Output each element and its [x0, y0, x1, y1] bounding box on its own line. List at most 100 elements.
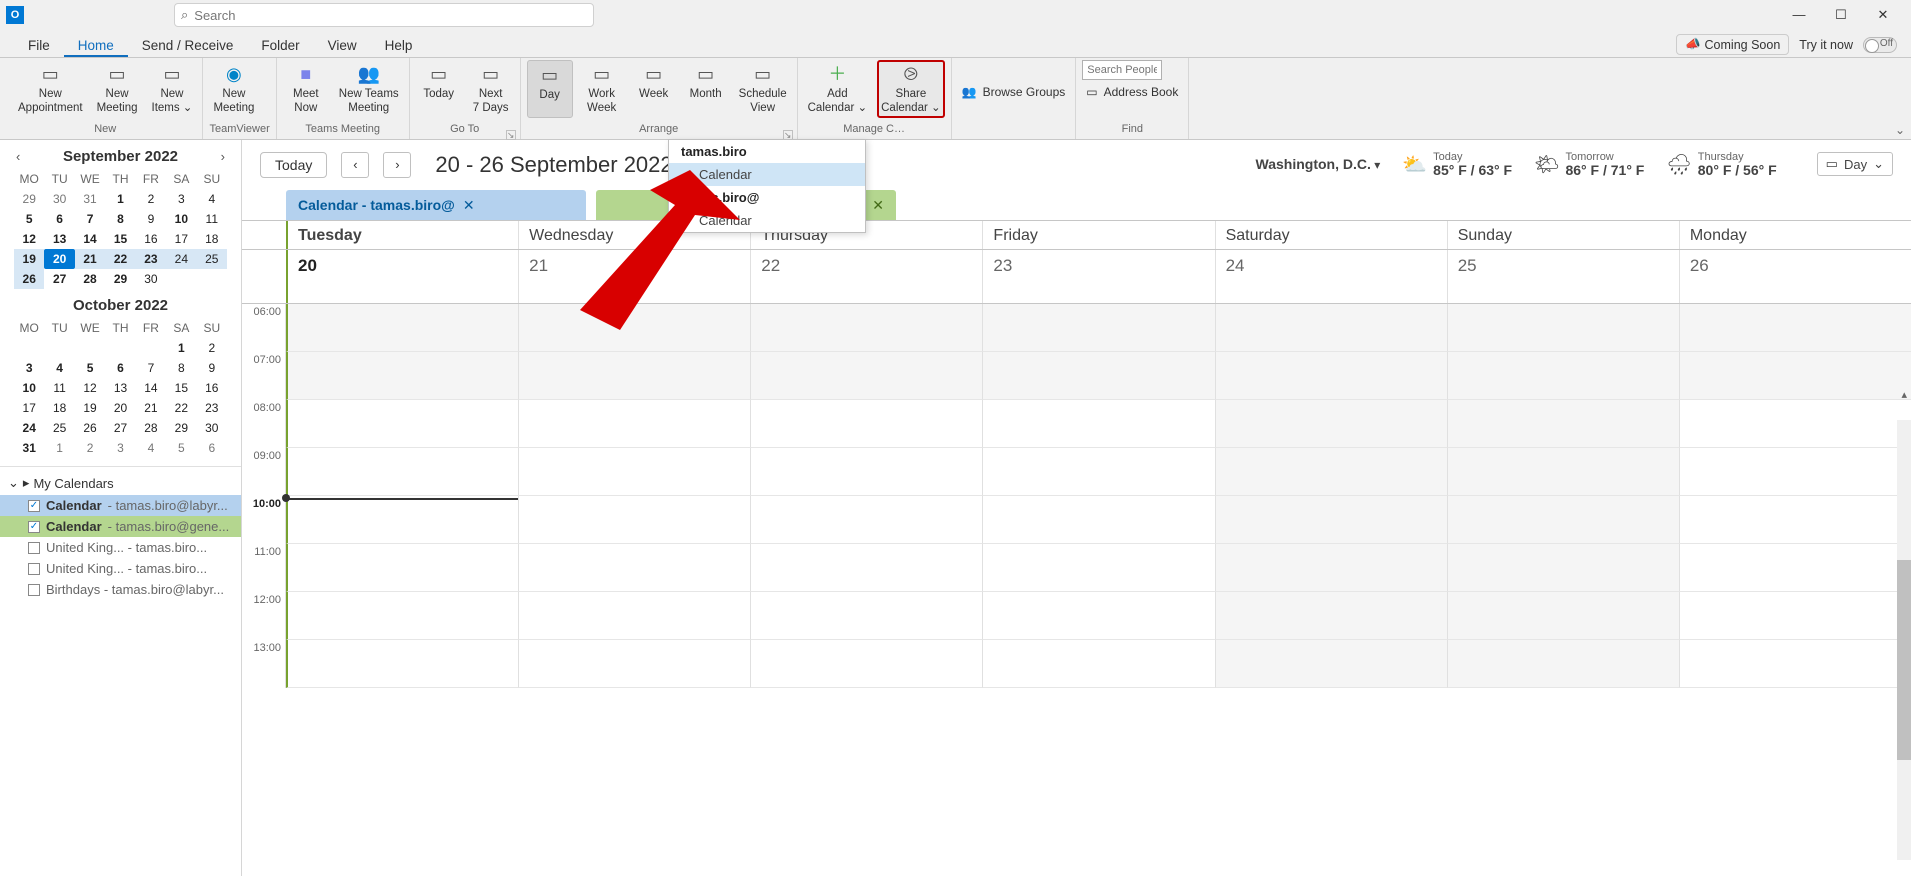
teamviewer-new-meeting-button[interactable]: ◉ New Meeting [209, 60, 258, 116]
weather-today[interactable]: ⛅ Today 85° F / 63° F [1402, 151, 1512, 178]
date-cell[interactable]: 8 [105, 209, 135, 229]
day-number[interactable]: 23 [982, 250, 1214, 303]
date-cell[interactable]: 18 [197, 229, 227, 249]
date-cell[interactable]: 12 [14, 229, 44, 249]
calendar-list-item[interactable]: United King... - tamas.biro... [0, 537, 241, 558]
day-number[interactable]: 26 [1679, 250, 1911, 303]
date-cell[interactable]: 9 [197, 358, 227, 378]
browse-groups-button[interactable]: 👥 Browse Groups [958, 84, 1070, 100]
date-cell[interactable]: 10 [14, 378, 44, 398]
view-picker[interactable]: ▭ Day ⌄ [1817, 152, 1893, 176]
date-cell[interactable]: 1 [166, 338, 196, 358]
date-cell[interactable]: 22 [166, 398, 196, 418]
date-cell[interactable]: 17 [166, 229, 196, 249]
scrollbar-thumb[interactable] [1897, 560, 1911, 760]
day-number[interactable]: 22 [750, 250, 982, 303]
close-icon[interactable]: ✕ [463, 197, 475, 214]
date-cell[interactable]: 13 [44, 229, 74, 249]
mini-calendar-october[interactable]: MO TU WE TH FR SA SU 1 2 3 4 5 [0, 318, 241, 466]
prev-week-button[interactable]: ‹ [341, 152, 369, 178]
date-cell[interactable]: 18 [44, 398, 74, 418]
date-cell[interactable]: 26 [14, 269, 44, 289]
next-7-days-button[interactable]: ▭ Next 7 Days [468, 60, 514, 116]
menu-send-receive[interactable]: Send / Receive [128, 34, 248, 57]
collapse-ribbon-button[interactable]: ⌄ [1895, 123, 1905, 137]
calendar-list-item[interactable]: ✓ Calendar - tamas.biro@gene... [0, 516, 241, 537]
new-teams-meeting-button[interactable]: 👥 New Teams Meeting [335, 60, 403, 116]
date-cell[interactable]: 23 [136, 249, 166, 269]
date-cell[interactable]: 2 [197, 338, 227, 358]
menu-home[interactable]: Home [64, 34, 128, 57]
date-cell[interactable]: 3 [105, 438, 135, 458]
date-cell[interactable]: 19 [14, 249, 44, 269]
date-cell[interactable]: 25 [44, 418, 74, 438]
mini-cal-next-button[interactable]: › [221, 149, 225, 164]
date-cell[interactable]: 7 [136, 358, 166, 378]
date-cell[interactable]: 6 [44, 209, 74, 229]
date-cell[interactable]: 31 [75, 189, 105, 209]
global-search-input[interactable]: ⌕ Search [174, 3, 594, 27]
date-cell[interactable]: 4 [136, 438, 166, 458]
time-grid[interactable]: 06:00 07:00 08:00 09:00 10:00 11:00 12:0… [242, 304, 1911, 794]
date-cell[interactable]: 2 [136, 189, 166, 209]
search-people-input[interactable] [1082, 60, 1162, 80]
date-cell[interactable]: 30 [197, 418, 227, 438]
date-cell[interactable]: 15 [105, 229, 135, 249]
date-cell[interactable]: 23 [197, 398, 227, 418]
checkbox-checked-icon[interactable]: ✓ [28, 500, 40, 512]
scroll-up-arrow-icon[interactable]: ▴ [1901, 388, 1907, 401]
address-book-button[interactable]: ▭ Address Book [1082, 84, 1182, 100]
checkbox-icon[interactable] [28, 563, 40, 575]
date-cell[interactable]: 29 [14, 189, 44, 209]
date-cell[interactable]: 4 [44, 358, 74, 378]
date-cell[interactable]: 16 [136, 229, 166, 249]
calendar-list-item[interactable]: Birthdays - tamas.biro@labyr... [0, 579, 241, 600]
try-it-toggle[interactable]: Off [1863, 37, 1897, 53]
day-number[interactable]: 21 [518, 250, 750, 303]
calendar-list-item[interactable]: United King... - tamas.biro... [0, 558, 241, 579]
mini-cal-prev-button[interactable]: ‹ [16, 149, 20, 164]
date-cell[interactable]: 7 [75, 209, 105, 229]
date-cell[interactable]: 1 [44, 438, 74, 458]
date-cell[interactable]: 30 [44, 189, 74, 209]
share-calendar-button[interactable]: ⧁ Share Calendar ⌄ [877, 60, 945, 118]
date-cell[interactable]: 12 [75, 378, 105, 398]
new-meeting-button[interactable]: ▭ New Meeting [93, 60, 142, 116]
close-button[interactable]: ✕ [1871, 7, 1895, 23]
date-cell[interactable]: 11 [44, 378, 74, 398]
mini-calendar-september[interactable]: MO TU WE TH FR SA SU 29 30 31 1 2 3 4 5 … [0, 169, 241, 297]
weather-tomorrow[interactable]: 🌤 Tomorrow 86° F / 71° F [1534, 151, 1644, 178]
vertical-scrollbar[interactable] [1897, 420, 1911, 860]
date-cell[interactable]: 21 [136, 398, 166, 418]
date-cell[interactable]: 20 [105, 398, 135, 418]
goto-today-button[interactable]: Today [260, 152, 327, 178]
view-schedule-button[interactable]: ▭ Schedule View [735, 60, 791, 116]
coming-soon-button[interactable]: 📣 Coming Soon [1676, 34, 1789, 55]
menu-file[interactable]: File [14, 34, 64, 57]
date-cell[interactable]: 29 [166, 418, 196, 438]
date-cell[interactable]: 17 [14, 398, 44, 418]
date-cell[interactable]: 21 [75, 249, 105, 269]
add-calendar-button[interactable]: ＋ Add Calendar ⌄ [804, 60, 872, 116]
date-cell[interactable]: 31 [14, 438, 44, 458]
date-cell-today[interactable]: 20 [44, 249, 74, 269]
date-cell[interactable]: 24 [14, 418, 44, 438]
date-cell[interactable]: 6 [105, 358, 135, 378]
date-cell[interactable]: 24 [166, 249, 196, 269]
date-cell[interactable]: 3 [14, 358, 44, 378]
view-month-button[interactable]: ▭ Month [683, 60, 729, 116]
date-cell[interactable]: 1 [105, 189, 135, 209]
menu-help[interactable]: Help [371, 34, 427, 57]
date-cell[interactable]: 9 [136, 209, 166, 229]
next-week-button[interactable]: › [383, 152, 411, 178]
date-cell[interactable]: 27 [105, 418, 135, 438]
meet-now-button[interactable]: ■ Meet Now [283, 60, 329, 116]
date-cell[interactable]: 11 [197, 209, 227, 229]
day-number[interactable]: 25 [1447, 250, 1679, 303]
date-cell[interactable]: 10 [166, 209, 196, 229]
date-cell[interactable]: 26 [75, 418, 105, 438]
date-cell[interactable]: 6 [197, 438, 227, 458]
maximize-button[interactable]: ☐ [1829, 7, 1853, 23]
date-cell[interactable]: 19 [75, 398, 105, 418]
checkbox-checked-icon[interactable]: ✓ [28, 521, 40, 533]
